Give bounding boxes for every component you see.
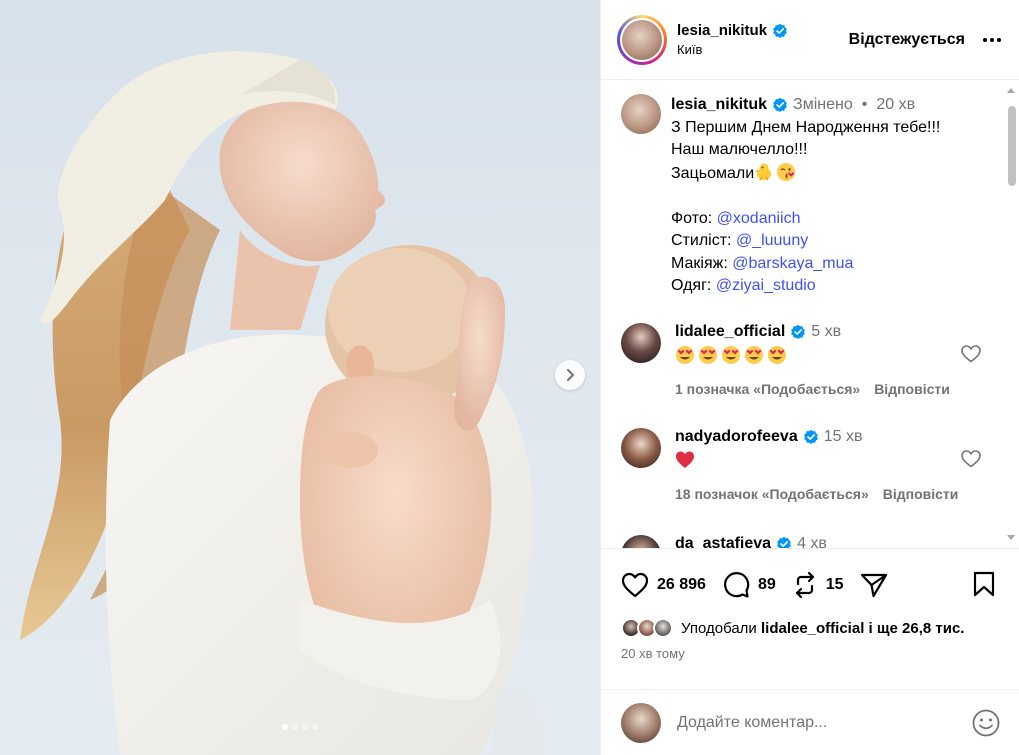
scroll-down-arrow-icon[interactable]: [1007, 535, 1015, 540]
comment-time[interactable]: 5 хв: [811, 323, 841, 341]
verified-badge-icon: [790, 324, 806, 340]
caption-line: Зацьомали: [671, 162, 940, 186]
post-actions: 26 896 89 15: [601, 548, 1019, 620]
mention-link[interactable]: @xodaniich: [717, 210, 801, 227]
heart-eyes-emoji: [676, 346, 694, 364]
verified-badge-icon: [772, 23, 788, 39]
commenter-username[interactable]: da_astafieva: [675, 535, 771, 548]
send-icon: [860, 573, 887, 597]
post-photo: [20, 51, 545, 755]
commenter-avatar[interactable]: [621, 323, 661, 363]
verified-badge-icon: [803, 429, 819, 445]
like-count[interactable]: 26 896: [657, 576, 706, 594]
post-media[interactable]: [0, 0, 600, 755]
story-ring[interactable]: [617, 14, 667, 65]
red-heart-emoji: [676, 451, 694, 468]
like-action[interactable]: 26 896: [621, 572, 706, 598]
chick-emoji: [755, 163, 772, 180]
comment-time[interactable]: 15 хв: [824, 428, 863, 446]
carousel-dot: [302, 724, 308, 730]
separator-dot: •: [861, 96, 868, 113]
comment-time[interactable]: 4 хв: [797, 535, 827, 548]
comment-likes-count[interactable]: 18 позначок «Подобається»: [675, 486, 869, 502]
commenter-username[interactable]: nadyadorofeeva: [675, 428, 798, 446]
edited-label: Змінено: [793, 96, 853, 113]
mention-link[interactable]: @_luuuny: [736, 232, 808, 249]
heart-eyes-emoji: [768, 346, 786, 364]
credit-line: Фото: @xodaniich: [671, 209, 801, 227]
comment-text: [675, 450, 1003, 474]
repost-action[interactable]: 15: [792, 571, 844, 599]
post-caption: lesia_nikituk Змінено • 20 хв З Першим Д…: [601, 80, 1019, 298]
verified-badge-icon: [776, 536, 792, 548]
reply-button[interactable]: Відповісти: [874, 381, 950, 397]
comment-item: da_astafieva 4 хв: [601, 535, 1019, 548]
author-avatar[interactable]: [622, 19, 662, 60]
reply-button[interactable]: Відповісти: [883, 486, 959, 502]
liked-by-avatars[interactable]: [621, 617, 675, 639]
following-button[interactable]: Відстежується: [849, 31, 965, 49]
caption-text: Зацьомали: [671, 164, 755, 182]
caption-line: Наш малючелло!!!: [671, 141, 808, 158]
comments-scroll-area[interactable]: lesia_nikituk Змінено • 20 хв З Першим Д…: [601, 80, 1019, 548]
comment-action[interactable]: 89: [722, 571, 776, 599]
caption-line: З Першим Днем Народження тебе!!!: [671, 118, 941, 136]
emoji-picker-icon[interactable]: [971, 708, 1001, 738]
comment-composer: [601, 689, 1019, 755]
heart-outline-icon[interactable]: [961, 450, 981, 468]
comment-likes-count[interactable]: 1 позначка «Подобається»: [675, 381, 860, 397]
repost-count[interactable]: 15: [826, 576, 844, 594]
commenter-username[interactable]: lidalee_official: [675, 323, 785, 341]
scroll-up-arrow-icon[interactable]: [1007, 88, 1015, 93]
credit-line: Стиліст: @_luuuny: [671, 232, 809, 249]
comment-item: lidalee_official 5 хв 1 позначка «Подоба…: [601, 323, 1019, 397]
mention-link[interactable]: @barskaya_mua: [732, 255, 853, 272]
viewer-avatar: [621, 702, 661, 743]
heart-icon: [621, 572, 649, 597]
caption-username[interactable]: lesia_nikituk: [671, 94, 767, 117]
post-header: lesia_nikituk Київ Відстежується: [601, 0, 1019, 80]
carousel-dots: [0, 724, 600, 730]
heart-outline-icon[interactable]: [961, 345, 981, 363]
comment-bubble-icon: [723, 571, 750, 598]
caption-avatar[interactable]: [621, 94, 661, 134]
carousel-dot: [312, 724, 318, 730]
heart-eyes-emoji: [699, 346, 717, 364]
repost-icon: [795, 571, 814, 598]
post-location[interactable]: Київ: [677, 42, 849, 57]
comment-input[interactable]: [677, 713, 971, 732]
caption-time[interactable]: 20 хв: [876, 94, 915, 117]
author-username[interactable]: lesia_nikituk: [677, 22, 767, 39]
mention-link[interactable]: @ziyai_studio: [716, 277, 816, 294]
commenter-avatar[interactable]: [621, 428, 661, 468]
post-side-panel: lesia_nikituk Київ Відстежується lesia_n…: [600, 0, 1019, 755]
commenter-avatar[interactable]: [621, 535, 661, 548]
comment-count[interactable]: 89: [758, 576, 776, 594]
carousel-next-button[interactable]: [555, 360, 585, 390]
carousel-dot: [292, 724, 298, 730]
share-action[interactable]: [860, 572, 888, 598]
chevron-right-icon: [567, 369, 574, 381]
save-action[interactable]: [973, 571, 995, 602]
verified-badge-icon: [772, 97, 788, 113]
liked-by-others[interactable]: і ще 26,8 тис.: [864, 620, 965, 637]
post-modal: lesia_nikituk Київ Відстежується lesia_n…: [0, 0, 1019, 755]
bookmark-icon: [973, 571, 995, 597]
carousel-dot-active: [282, 724, 288, 730]
scrollbar-thumb[interactable]: [1008, 106, 1016, 186]
more-horizontal-icon[interactable]: [981, 29, 1003, 51]
credit-line: Макіяж: @barskaya_mua: [671, 254, 854, 272]
liked-by-text: Уподобали lidalee_official і ще 26,8 тис…: [681, 619, 965, 637]
kissing-face-emoji: [777, 162, 796, 181]
post-timestamp[interactable]: 20 хв тому: [601, 646, 1019, 661]
comments-scrollbar[interactable]: [1003, 80, 1019, 548]
comment-item: nadyadorofeeva 15 хв 18 позначок «Подоба…: [601, 428, 1019, 502]
comment-text: [675, 345, 1003, 369]
credit-line: Одяг: @ziyai_studio: [671, 277, 816, 294]
liker-avatar[interactable]: [653, 618, 673, 638]
heart-eyes-emoji: [745, 346, 763, 364]
heart-eyes-emoji: [722, 346, 740, 364]
liked-by-user[interactable]: lidalee_official: [761, 620, 864, 637]
